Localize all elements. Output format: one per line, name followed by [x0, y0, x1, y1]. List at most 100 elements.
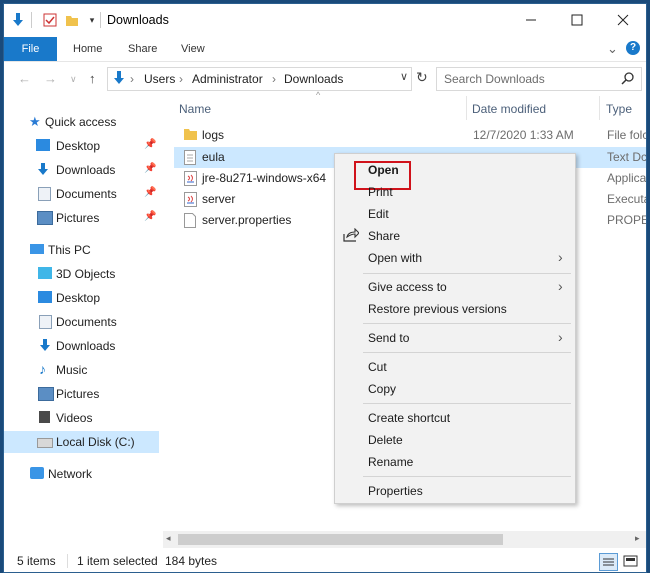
tab-home[interactable]: Home: [73, 37, 102, 61]
scroll-left-icon[interactable]: ◂: [166, 533, 171, 544]
back-arrow-icon[interactable]: ←: [18, 71, 31, 86]
sidebar-item-desktop[interactable]: Desktop: [4, 287, 159, 309]
downloads-icon: [37, 163, 51, 175]
pin-icon[interactable]: 📌: [144, 139, 156, 150]
videos-icon: [39, 411, 50, 423]
documents-icon: [39, 315, 52, 329]
column-divider[interactable]: [466, 96, 467, 120]
chevron-down-icon[interactable]: ∨: [400, 70, 408, 83]
toolbar-divider: [31, 12, 32, 28]
search-icon[interactable]: [621, 71, 635, 88]
menu-item-cut[interactable]: Cut: [335, 356, 575, 378]
forward-arrow-icon[interactable]: →: [44, 71, 57, 86]
down-arrow-icon[interactable]: [10, 12, 26, 28]
column-divider[interactable]: [599, 96, 600, 120]
menu-item-edit[interactable]: Edit: [335, 203, 575, 225]
column-date-modified[interactable]: Date modified: [472, 102, 546, 116]
address-bar[interactable]: › Users › Administrator › Downloads ∨: [107, 67, 412, 91]
address-row: ← → ∨ ↑ › Users › Administrator › Downlo…: [4, 64, 646, 94]
folder-icon[interactable]: [64, 12, 80, 28]
context-menu: Open Print Edit Share Open with › Give a…: [334, 153, 576, 504]
sidebar-item-3d-objects[interactable]: 3D Objects: [4, 263, 159, 285]
sidebar-item-this-pc[interactable]: This PC: [4, 239, 159, 261]
sidebar-item-pictures[interactable]: Pictures: [4, 383, 159, 405]
tab-share[interactable]: Share: [128, 37, 157, 61]
column-name[interactable]: Name: [179, 102, 211, 116]
desktop-icon: [36, 139, 50, 151]
text-file-icon: [184, 150, 197, 165]
scroll-right-icon[interactable]: ▸: [635, 533, 640, 544]
status-divider: [67, 554, 68, 568]
menu-item-open[interactable]: Open: [335, 159, 575, 190]
table-row[interactable]: logs 12/7/2020 1:33 AM File folc: [174, 125, 646, 146]
selection-count: 1 item selected: [77, 554, 158, 568]
maximize-icon[interactable]: [554, 4, 600, 36]
menu-item-rename[interactable]: Rename: [335, 451, 575, 473]
explorer-window: ▾ Downloads File Home Share View ⌄ ? ← →…: [3, 3, 647, 573]
pictures-icon: [37, 211, 53, 225]
pin-icon[interactable]: 📌: [144, 163, 156, 174]
ribbon: File Home Share View ⌄ ?: [4, 37, 646, 62]
sidebar-item-videos[interactable]: Videos: [4, 407, 159, 429]
refresh-icon[interactable]: ↻: [416, 69, 428, 86]
breadcrumb-administrator[interactable]: Administrator: [192, 72, 263, 86]
menu-item-restore-versions[interactable]: Restore previous versions: [335, 298, 575, 320]
sidebar-item-network[interactable]: Network: [4, 463, 159, 485]
menu-item-print[interactable]: Print: [335, 181, 575, 203]
chevron-right-icon: ›: [558, 329, 563, 345]
menu-item-delete[interactable]: Delete: [335, 429, 575, 451]
disk-icon: [37, 438, 53, 448]
java-icon: [184, 192, 197, 207]
tab-view[interactable]: View: [181, 37, 205, 61]
sidebar-item-desktop[interactable]: Desktop 📌: [4, 135, 159, 157]
properties-check-icon[interactable]: [42, 12, 58, 28]
sidebar-item-pictures[interactable]: Pictures 📌: [4, 207, 159, 229]
close-icon[interactable]: [600, 4, 646, 36]
chevron-down-icon[interactable]: ▾: [84, 12, 100, 28]
sidebar-item-local-disk[interactable]: Local Disk (C:): [4, 431, 159, 453]
details-view-icon[interactable]: [599, 553, 618, 571]
3d-objects-icon: [38, 267, 52, 279]
menu-item-send-to[interactable]: Send to ›: [335, 327, 575, 349]
sidebar-item-music[interactable]: ♪ Music: [4, 359, 159, 381]
help-icon[interactable]: ?: [626, 41, 640, 55]
pin-icon[interactable]: 📌: [144, 211, 156, 222]
sidebar-item-documents[interactable]: Documents 📌: [4, 183, 159, 205]
status-bar: 5 items 1 item selected 184 bytes: [4, 550, 646, 572]
folder-icon: [184, 128, 197, 143]
pin-icon[interactable]: 📌: [144, 187, 156, 198]
toolbar-divider: [100, 12, 101, 28]
java-icon: [184, 171, 197, 186]
menu-item-share[interactable]: Share: [335, 225, 575, 247]
chevron-down-icon[interactable]: ∨: [70, 74, 77, 85]
up-arrow-icon[interactable]: ↑: [89, 71, 96, 86]
menu-separator: [363, 273, 571, 274]
breadcrumb-users[interactable]: Users: [144, 72, 175, 86]
column-type[interactable]: Type: [606, 102, 632, 116]
network-icon: [30, 467, 44, 479]
tab-file[interactable]: File: [4, 37, 57, 61]
file-icon: [184, 213, 197, 228]
sidebar-item-downloads[interactable]: Downloads: [4, 335, 159, 357]
menu-item-properties[interactable]: Properties: [335, 480, 575, 502]
sidebar-item-quick-access[interactable]: ★ Quick access: [4, 111, 159, 133]
menu-item-open-with[interactable]: Open with ›: [335, 247, 575, 269]
breadcrumb-downloads[interactable]: Downloads: [284, 72, 343, 86]
large-icons-view-icon[interactable]: [622, 553, 639, 569]
chevron-down-icon[interactable]: ⌄: [607, 41, 618, 57]
minimize-icon[interactable]: [508, 4, 554, 36]
menu-item-copy[interactable]: Copy: [335, 378, 575, 400]
chevron-right-icon: ›: [558, 249, 563, 265]
menu-item-give-access[interactable]: Give access to ›: [335, 276, 575, 298]
sidebar-item-documents[interactable]: Documents: [4, 311, 159, 333]
menu-item-create-shortcut[interactable]: Create shortcut: [335, 407, 575, 429]
sidebar-item-downloads[interactable]: Downloads 📌: [4, 159, 159, 181]
menu-separator: [363, 403, 571, 404]
menu-separator: [363, 323, 571, 324]
scrollbar-thumb[interactable]: [178, 534, 503, 545]
horizontal-scrollbar[interactable]: ◂ ▸: [163, 531, 646, 548]
star-icon: ★: [29, 114, 41, 129]
search-box[interactable]: Search Downloads: [436, 67, 642, 91]
desktop-icon: [38, 291, 52, 303]
search-input[interactable]: Search Downloads: [444, 72, 545, 86]
